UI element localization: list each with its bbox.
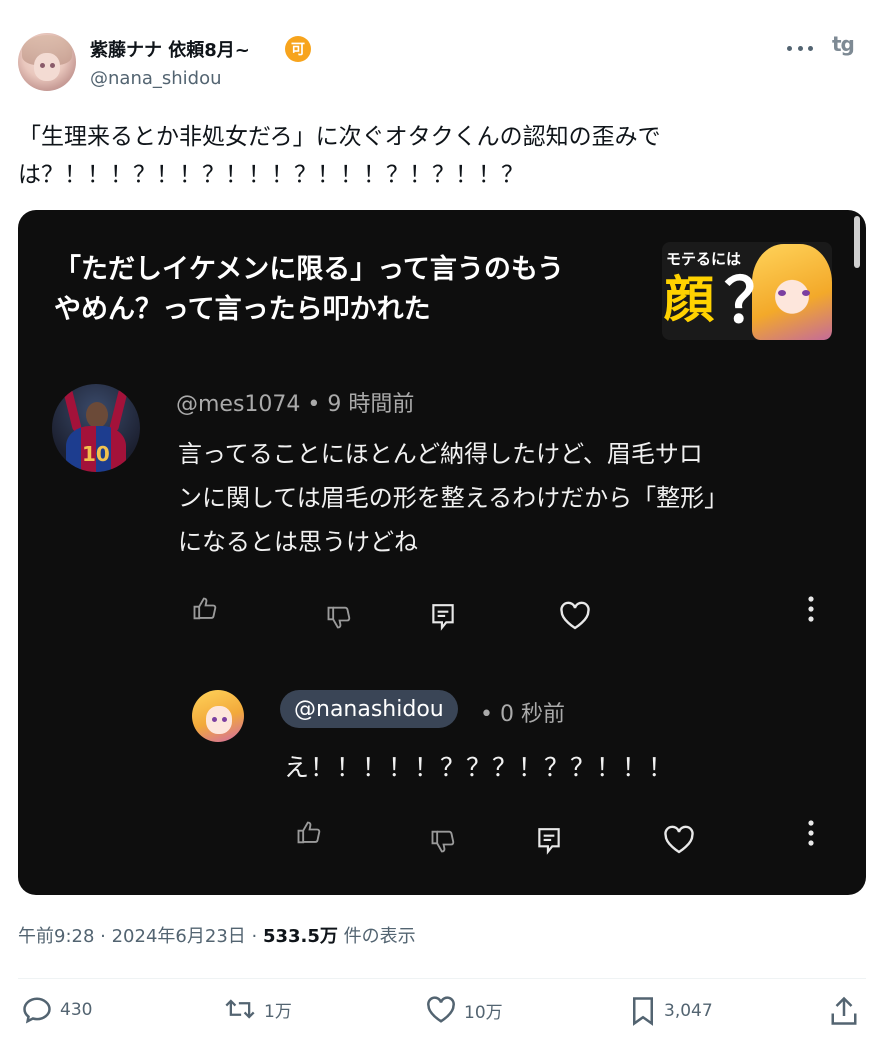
thumbs-up-icon [294,818,324,848]
views-count: 533.5万 [262,926,338,947]
bookmark-button[interactable]: 3,047 [630,996,713,1026]
views-label: 件の表示 [343,926,416,947]
retweet-count: 1万 [264,1001,292,1022]
avatar-number: 10 [82,442,110,466]
separator-dot: • [480,702,500,727]
bookmark-icon [633,997,653,1026]
separator-dot: · [251,926,263,947]
tweet-time[interactable]: 午前9:28 [18,926,94,947]
commenter-avatar: 10 [52,384,140,472]
comment-time: 9 時間前 [327,392,415,417]
thumbs-up-icon [190,594,220,624]
like-button[interactable]: 10万 [426,996,503,1024]
comment-line: になるとは思うけどね [178,528,418,556]
video-title: 「ただしイケメンに限る」って言うのもう やめん？って言ったら叩かれた [54,250,654,330]
replier-avatar [192,690,244,742]
heart-icon [662,824,696,856]
reply-count: 430 [60,1000,93,1020]
share-button[interactable] [830,996,858,1026]
video-thumbnail: モテるには 顔 ？ [662,242,832,340]
avatar-arm [62,387,83,433]
tweet-text-line: 「生理来るとか非処女だろ」に次ぐオタクくんの認知の歪みで [18,124,661,150]
separator-dot: • [307,392,328,417]
reply-handle-chip: @nanashidou [280,690,458,728]
separator-dot: · [100,926,112,947]
comment-line: ンに関しては眉毛の形を整えるわけだから「整形」 [178,484,729,512]
avatar-face [206,706,232,734]
divider [18,978,866,979]
thumbnail-big-text: 顔 [664,271,714,329]
like-icon [427,996,455,1023]
author-handle[interactable]: @nana_shidou [90,68,222,89]
video-title-line: やめん？って言ったら叩かれた [54,294,431,325]
avatar-eye [40,63,45,68]
reply-time: 0 秒前 [499,702,565,727]
scrollbar [854,216,860,268]
thumbs-down-icon [428,826,458,856]
tweet-text-line: は？！！！？！！？！！！？！！！？！？！！？ [18,162,524,188]
avatar-arm [108,387,129,433]
author-display-name[interactable]: 紫藤ナナ 依頼8月~ [90,36,250,62]
avatar-face [34,53,60,81]
avatar-head [86,402,108,428]
bookmark-count: 3,047 [664,1001,713,1021]
thumbs-down-icon [324,602,354,632]
reply-icon [534,824,564,858]
tweet-text: 「生理来るとか非処女だろ」に次ぐオタクくんの認知の歪みで は？！！！？！！？！！… [18,118,868,194]
thumbnail-eye [802,290,810,296]
comment-line: 言ってることにほとんど納得したけど、眉毛サロ [178,440,703,468]
reply-button[interactable]: 430 [22,996,92,1024]
comment-handle: @mes1074 [176,392,301,417]
avatar-eye [222,717,227,722]
retweet-button[interactable]: 1万 [224,996,292,1022]
share-icon [831,996,857,1025]
tg-icon[interactable]: tg [832,32,855,56]
more-vertical-icon [804,818,818,848]
author-badge: 可 [285,36,311,62]
retweet-icon [225,999,255,1019]
avatar-eye [212,717,217,722]
thumbnail-question-mark: ？ [724,264,787,337]
video-title-line: 「ただしイケメンに限る」って言うのもう [54,254,565,285]
author-avatar[interactable] [18,33,76,91]
tweet-date[interactable]: 2024年6月23日 [112,926,246,947]
attached-image[interactable]: 「ただしイケメンに限る」って言うのもう やめん？って言ったら叩かれた モテるには… [18,210,866,895]
reply-text: え！！！！！？？？！？？！！！ [284,753,675,782]
comment-meta: @mes1074 • 9 時間前 [176,386,414,418]
tweet-timestamp: 午前9:28 · 2024年6月23日 · 533.5万 件の表示 [18,922,416,948]
like-count: 10万 [464,1002,503,1023]
comment-text: 言ってることにほとんど納得したけど、眉毛サロ ンに関しては眉毛の形を整えるわけだ… [178,432,838,564]
heart-icon [558,600,592,632]
avatar-eye [50,63,55,68]
comment-icon [23,997,51,1024]
reply-meta: • 0 秒前 [480,696,565,728]
more-horizontal-icon[interactable] [787,38,813,58]
more-vertical-icon [804,594,818,624]
reply-icon [428,600,458,634]
